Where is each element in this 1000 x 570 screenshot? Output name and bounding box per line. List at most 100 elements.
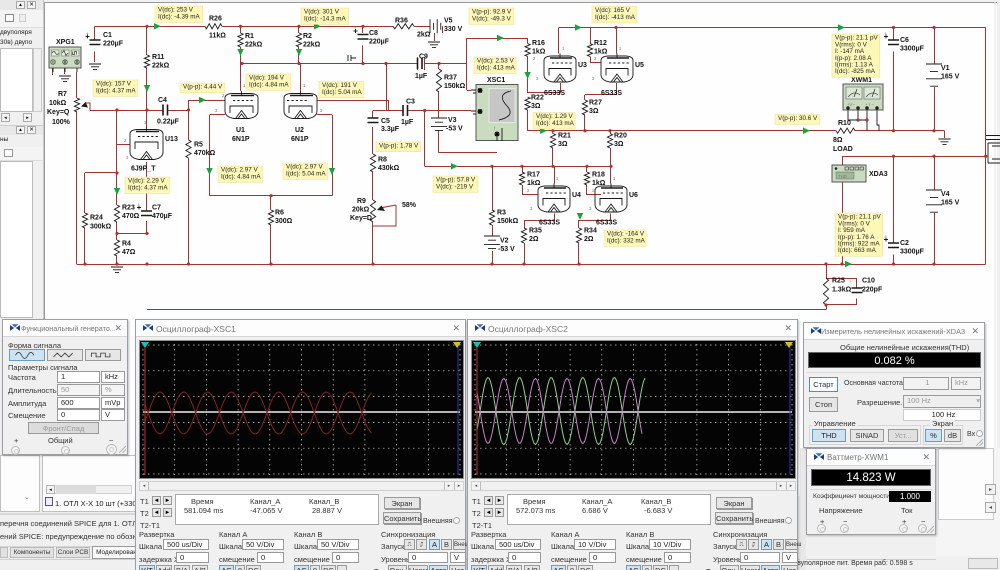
svg-text:R17: R17 [527,172,540,179]
svg-text:3Ω: 3Ω [558,141,568,148]
svg-text:LOAD: LOAD [833,146,853,153]
svg-text:150kΩ: 150kΩ [444,83,466,90]
svg-text:470kΩ: 470kΩ [194,150,216,157]
svg-text:20kΩ: 20kΩ [352,207,370,214]
svg-text:I(dc): 4.37 mA: I(dc): 4.37 mA [128,184,168,191]
svg-text:3: 3 [592,76,595,81]
svg-text:R27: R27 [589,100,602,107]
svg-text:R24: R24 [90,215,103,222]
svg-text:+ I −: + I − [865,102,874,107]
svg-text:+: + [885,234,888,239]
svg-text:R37: R37 [444,75,457,82]
svg-text:0.22µF: 0.22µF [157,119,180,126]
svg-text:2: 2 [527,188,530,193]
svg-text:-53 V: -53 V [446,126,463,133]
svg-text:1µF: 1µF [415,73,428,80]
svg-text:R20: R20 [614,133,627,140]
svg-text:2: 2 [222,93,225,98]
svg-text:C8: C8 [369,30,378,37]
svg-text:11kΩ: 11kΩ [209,33,226,40]
svg-text:2: 2 [594,56,597,61]
svg-text:I(dc): 413 mA: I(dc): 413 mA [536,120,575,127]
svg-text:V2: V2 [500,238,509,245]
svg-text:1: 1 [303,83,306,88]
svg-text:U13: U13 [165,136,178,143]
svg-text:+: + [138,202,141,207]
svg-text:58%: 58% [402,202,417,209]
svg-text:-53 V: -53 V [498,246,515,253]
svg-text:1: 1 [243,83,246,88]
svg-text:6N1P: 6N1P [232,136,250,143]
svg-text:XDA3: XDA3 [869,171,888,178]
svg-text:165 V: 165 V [941,74,960,81]
svg-text:R25: R25 [832,278,845,285]
svg-text:R7: R7 [58,91,67,98]
svg-text:6J9P_T: 6J9P_T [131,166,156,173]
svg-text:R16: R16 [532,40,545,47]
svg-text:+: + [850,279,853,284]
svg-text:3: 3 [320,108,323,113]
svg-text:U3: U3 [578,62,587,69]
svg-text:V3: V3 [448,117,457,124]
svg-text:1: 1 [556,176,559,181]
svg-text:V(dc): -219 V: V(dc): -219 V [436,183,474,190]
svg-text:6S33S: 6S33S [539,220,560,227]
svg-text:1.3kΩ: 1.3kΩ [832,287,852,294]
svg-text:R26: R26 [209,16,222,23]
svg-text:I(dc): 5.04 mA: I(dc): 5.04 mA [286,170,326,177]
svg-text:3: 3 [536,76,539,81]
svg-text:I(dc): -14.3 mA: I(dc): -14.3 mA [304,15,346,22]
svg-text:Key=Q: Key=Q [47,109,70,116]
svg-text:3: 3 [126,155,129,160]
svg-text:6S33S: 6S33S [601,90,622,97]
svg-text:Key=D: Key=D [350,215,372,222]
svg-text:1kΩ: 1kΩ [527,180,541,187]
svg-text:C9: C9 [419,54,428,61]
svg-text:C4: C4 [158,97,167,104]
svg-text:22kΩ: 22kΩ [152,63,170,70]
svg-text:3: 3 [530,206,533,211]
svg-text:THD: THD [838,174,847,179]
svg-text:U4: U4 [572,192,581,199]
svg-text:U6: U6 [629,192,638,199]
svg-text:2: 2 [533,56,536,61]
svg-text:R6: R6 [275,210,284,217]
svg-text:R4: R4 [122,241,131,248]
svg-text:1kΩ: 1kΩ [532,49,546,56]
svg-text:10kΩ: 10kΩ [49,100,67,107]
svg-text:165 V: 165 V [941,200,960,207]
svg-text:3300µF: 3300µF [900,46,925,53]
svg-text:100%: 100% [52,119,71,126]
svg-text:1: 1 [619,46,622,51]
svg-text:R8: R8 [378,157,387,164]
svg-text:R11: R11 [152,54,165,61]
svg-text:I(dc): -413 mA: I(dc): -413 mA [595,14,636,21]
svg-text:2Ω: 2Ω [529,236,539,243]
svg-text:3: 3 [589,206,592,211]
svg-text:2: 2 [124,138,127,143]
svg-text:1: 1 [562,46,565,51]
svg-text:V1: V1 [941,65,950,72]
svg-text:3Ω: 3Ω [614,141,624,148]
svg-text:U1: U1 [236,127,245,134]
svg-text:U5: U5 [635,62,644,69]
svg-text:47Ω: 47Ω [122,249,136,256]
svg-text:220µF: 220µF [369,39,390,46]
svg-text:V(p-p): 30.6 V: V(p-p): 30.6 V [778,115,818,122]
svg-text:R1: R1 [245,33,254,40]
svg-text:3300µF: 3300µF [900,249,925,256]
svg-text:R23: R23 [122,205,135,212]
svg-text:R3: R3 [497,210,506,217]
svg-text:+: + [86,31,89,36]
svg-text:470Ω: 470Ω [122,213,140,220]
svg-text:22kΩ: 22kΩ [303,42,321,49]
svg-text:I(dc): 4.84 mA: I(dc): 4.84 mA [221,173,261,180]
svg-text:C5: C5 [381,118,390,125]
svg-text:C7: C7 [152,205,161,212]
svg-text:R5: R5 [194,142,203,149]
svg-text:XSC1: XSC1 [487,77,505,84]
svg-text:I(dc): -825 mA: I(dc): -825 mA [835,68,876,75]
svg-text:V5: V5 [444,18,453,25]
svg-text:C1: C1 [103,32,112,39]
svg-text:3: 3 [215,108,218,113]
